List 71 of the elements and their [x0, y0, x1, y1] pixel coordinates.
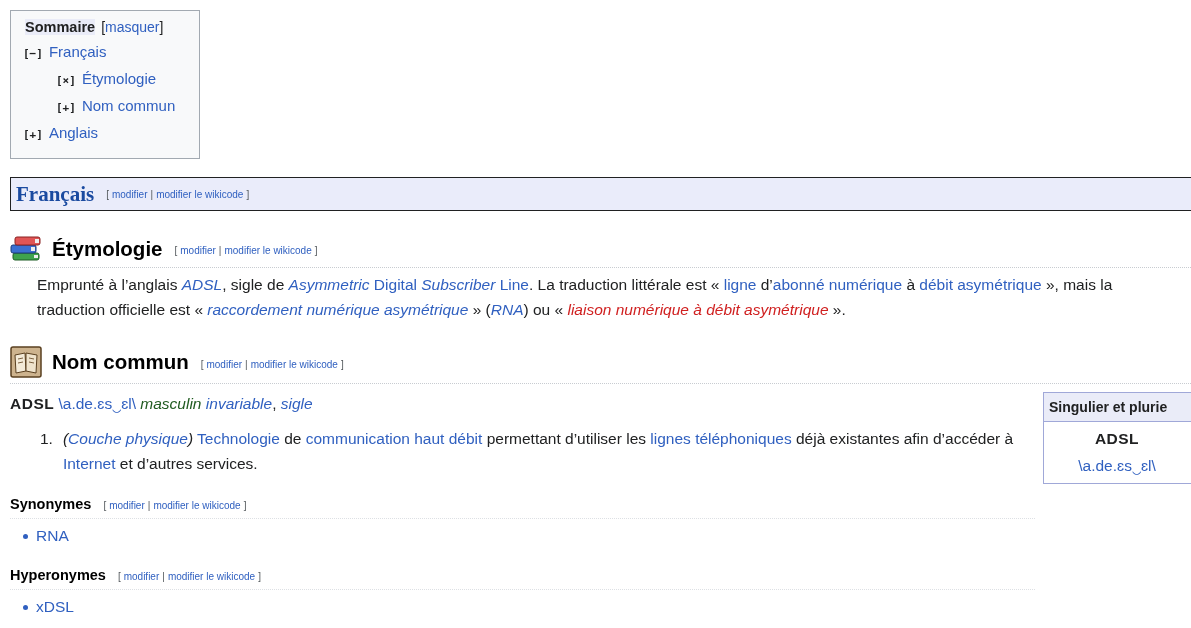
link[interactable]: raccordement numérique asymétrique	[207, 301, 469, 318]
list-number: 1.	[40, 429, 53, 449]
edit-link[interactable]: modifier	[109, 500, 145, 511]
link[interactable]: communication haut débit	[305, 430, 483, 447]
toc-link[interactable]: Français	[48, 38, 107, 65]
link[interactable]: liaison numérique à débit asymétrique	[567, 301, 829, 318]
toc-link[interactable]: Nom commun	[81, 92, 176, 119]
link[interactable]: \a.de.ɛs‿ɛl\	[58, 395, 136, 412]
edit-bracket: [	[106, 188, 109, 200]
toggle-button[interactable]: [×]	[56, 67, 76, 94]
edit-link[interactable]: modifier le wikicode	[224, 245, 312, 256]
edit-link[interactable]: modifier le wikicode	[250, 358, 338, 370]
section-title: Étymologie	[52, 236, 163, 261]
hide-link[interactable]: masquer	[105, 19, 160, 35]
link[interactable]: Asymmetric Digital Subscriber Line	[288, 276, 529, 293]
table-header: Singulier et plurie	[1044, 393, 1191, 422]
edit-link[interactable]: modifier	[206, 358, 243, 370]
edit-link[interactable]: modifier	[180, 245, 216, 256]
toggle-button[interactable]: [+]	[23, 121, 43, 148]
toc-link[interactable]: Étymologie	[81, 65, 157, 92]
bracket: ]	[159, 19, 164, 35]
link[interactable]: RNA	[36, 527, 69, 545]
subsection-title: Synonymes	[10, 496, 92, 512]
link[interactable]: invariable	[205, 395, 273, 412]
edit-link[interactable]: modifier	[111, 188, 148, 200]
book-icon	[10, 346, 42, 378]
subsection-title: Hyperonymes	[10, 567, 106, 583]
edit-link[interactable]: modifier	[123, 571, 160, 582]
definition: (Couche physique) Technologie de communication haut débit permettant d’utiliser les lignes téléphoniques déjà existantes afin d’accéder à Internet et d’autres services.	[62, 429, 1015, 474]
books-icon	[10, 235, 42, 262]
separator: |	[162, 571, 165, 582]
separator: |	[245, 358, 248, 370]
edit-bracket: ]	[314, 245, 318, 256]
link[interactable]: Technologie	[197, 430, 280, 447]
toc-title: Sommaire	[25, 19, 96, 35]
table-word: ADSL	[1094, 430, 1140, 448]
pronunciation-link[interactable]: \a.de.ɛs‿ɛl\	[1078, 454, 1156, 476]
edit-link[interactable]: modifier le wikicode	[156, 188, 244, 200]
section-title: Nom commun	[52, 350, 189, 374]
paragraph: Emprunté à l’anglais ADSL, sigle de Asymmetric Digital Subscriber Line. La traduction littérale est « ligne d’abonné numérique à débit asymétrique », mais la traduction officielle est « raccordement numérique asymétrique » (RNA) ou « liaison numérique à débit asymétrique ».	[37, 275, 1114, 320]
edit-bracket: ]	[243, 500, 247, 511]
edit-bracket: [	[200, 358, 204, 370]
link[interactable]: sigle	[280, 395, 313, 412]
bullet-icon	[23, 533, 28, 539]
bracket: [	[101, 19, 105, 35]
toggle-button[interactable]: [+]	[56, 94, 76, 121]
bullet-icon	[23, 604, 28, 610]
toggle-button[interactable]: [−]	[23, 40, 43, 67]
toc-link[interactable]: Anglais	[48, 119, 99, 146]
edit-bracket: [	[174, 245, 178, 256]
separator: |	[150, 188, 154, 200]
separator: |	[218, 245, 222, 256]
link[interactable]: Couche physique	[68, 430, 188, 447]
link[interactable]: ligne	[723, 276, 757, 293]
link[interactable]: lignes téléphoniques	[650, 430, 792, 447]
edit-link[interactable]: modifier le wikicode	[153, 500, 241, 511]
language-title[interactable]: Français	[16, 181, 95, 207]
link[interactable]: Internet	[62, 455, 116, 472]
link[interactable]: ADSL	[181, 276, 223, 293]
edit-bracket: ]	[246, 188, 250, 200]
link[interactable]: débit asymétrique	[919, 276, 1042, 293]
link[interactable]: RNA	[490, 301, 524, 318]
link[interactable]: abonné numérique	[772, 276, 903, 293]
edit-link[interactable]: modifier le wikicode	[167, 571, 256, 582]
link[interactable]: xDSL	[36, 598, 74, 616]
edit-bracket: ]	[258, 571, 261, 582]
edit-bracket: ]	[340, 358, 344, 370]
headword-line: ADSL \a.de.ɛs‿ɛl\ masculin invariable, sigle	[10, 394, 314, 415]
edit-bracket: [	[103, 500, 107, 511]
separator: |	[147, 500, 151, 511]
edit-bracket: [	[117, 571, 121, 582]
